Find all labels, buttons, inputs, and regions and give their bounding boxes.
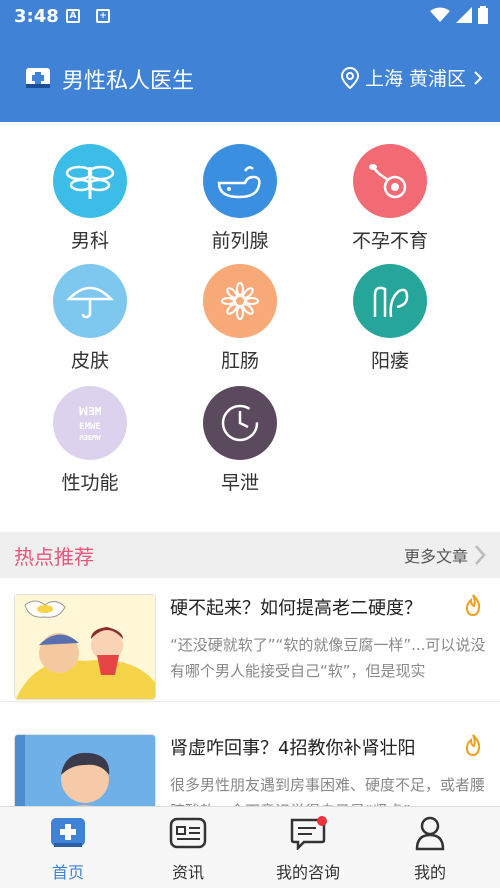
medical-kit-icon bbox=[26, 68, 50, 88]
status-time: 3:48 bbox=[14, 6, 59, 27]
wifi-icon bbox=[430, 7, 450, 22]
plus-notification-icon: + bbox=[96, 9, 110, 23]
tab-news[interactable]: 资讯 bbox=[138, 813, 238, 883]
a-notification-icon: A bbox=[66, 9, 80, 23]
tab-label: 资讯 bbox=[171, 863, 204, 882]
chat-icon bbox=[288, 813, 328, 853]
category-infertility[interactable]: 不孕不育 bbox=[315, 144, 465, 253]
category-label: 男科 bbox=[70, 230, 109, 252]
chevron-right-icon bbox=[474, 70, 483, 85]
category-label: 早泄 bbox=[220, 472, 259, 494]
sperm-icon bbox=[353, 144, 427, 218]
article-summary: “还没硬就软了”“软的就像豆腐一样”...可以说没有哪个男人能接受自己“软”，但… bbox=[170, 636, 486, 680]
whale-icon bbox=[203, 144, 277, 218]
category-impotence[interactable]: 阳痿 bbox=[315, 264, 465, 373]
fire-icon bbox=[465, 594, 481, 616]
category-premature-ejaculation[interactable]: 早泄 bbox=[165, 386, 315, 495]
flower-icon bbox=[203, 264, 277, 338]
abstract-shape-icon bbox=[353, 264, 427, 338]
battery-icon bbox=[478, 6, 488, 24]
tab-label: 我的咨询 bbox=[275, 863, 340, 882]
category-label: 肛肠 bbox=[220, 350, 259, 372]
umbrella-icon bbox=[53, 264, 127, 338]
category-skin[interactable]: 皮肤 bbox=[15, 264, 165, 373]
status-bar: 3:48 A + bbox=[0, 0, 500, 34]
app-header: 男性私人医生 上海 黄浦区 bbox=[0, 34, 500, 122]
eye-chart-icon: ꟽƎM EMWE MƎEMW bbox=[53, 386, 127, 460]
category-grid: 男科 前列腺 不孕不育 皮肤 肛肠 阳痿 ꟽƎM EMWE MƎEMW 性功能 bbox=[0, 122, 500, 532]
article-thumbnail bbox=[14, 594, 156, 700]
tab-label: 首页 bbox=[51, 863, 84, 882]
category-label: 前列腺 bbox=[211, 230, 269, 252]
category-anorectal[interactable]: 肛肠 bbox=[165, 264, 315, 373]
chevron-right-icon bbox=[475, 545, 486, 565]
tab-home[interactable]: 首页 bbox=[18, 813, 118, 883]
location-text: 上海 黄浦区 bbox=[364, 68, 466, 90]
tab-label: 我的 bbox=[413, 863, 446, 882]
tab-me[interactable]: 我的 bbox=[380, 813, 480, 883]
user-icon bbox=[410, 813, 450, 853]
svg-text:EMWE: EMWE bbox=[79, 422, 101, 432]
category-label: 性功能 bbox=[61, 472, 119, 494]
article-title: 硬不起来？如何提高老二硬度？ bbox=[170, 598, 422, 619]
category-prostate[interactable]: 前列腺 bbox=[165, 144, 315, 253]
fire-icon bbox=[465, 734, 481, 756]
hot-section-title: 热点推荐 bbox=[14, 545, 94, 569]
dragonfly-icon bbox=[53, 144, 127, 218]
category-label: 阳痿 bbox=[370, 350, 409, 372]
news-icon bbox=[168, 813, 208, 853]
bottom-tab-bar: 首页 资讯 我的咨询 我的 bbox=[0, 806, 500, 888]
location-pin-icon bbox=[340, 66, 359, 89]
article-title: 肾虚咋回事？4招教你补肾壮阳 bbox=[170, 738, 416, 759]
signal-icon bbox=[456, 7, 472, 23]
article-item[interactable]: 硬不起来？如何提高老二硬度？ “还没硬就软了”“软的就像豆腐一样”...可以说没… bbox=[0, 578, 500, 702]
svg-text:ꟽƎM: ꟽƎM bbox=[79, 405, 102, 418]
svg-text:MƎEMW: MƎEMW bbox=[79, 434, 101, 442]
home-plus-icon bbox=[48, 813, 88, 853]
category-andrology[interactable]: 男科 bbox=[15, 144, 165, 253]
category-sexual-function[interactable]: ꟽƎM EMWE MƎEMW 性功能 bbox=[15, 386, 165, 495]
category-label: 皮肤 bbox=[70, 350, 109, 372]
more-articles-label: 更多文章 bbox=[403, 547, 468, 566]
clock-icon bbox=[203, 386, 277, 460]
location-selector[interactable]: 上海 黄浦区 bbox=[340, 64, 484, 91]
category-label: 不孕不育 bbox=[351, 230, 428, 252]
more-articles-link[interactable]: 更多文章 bbox=[404, 543, 486, 567]
app-title: 男性私人医生 bbox=[62, 69, 195, 94]
tab-my-consultation[interactable]: 我的咨询 bbox=[258, 813, 358, 883]
hot-section-header: 热点推荐 更多文章 bbox=[0, 532, 500, 578]
